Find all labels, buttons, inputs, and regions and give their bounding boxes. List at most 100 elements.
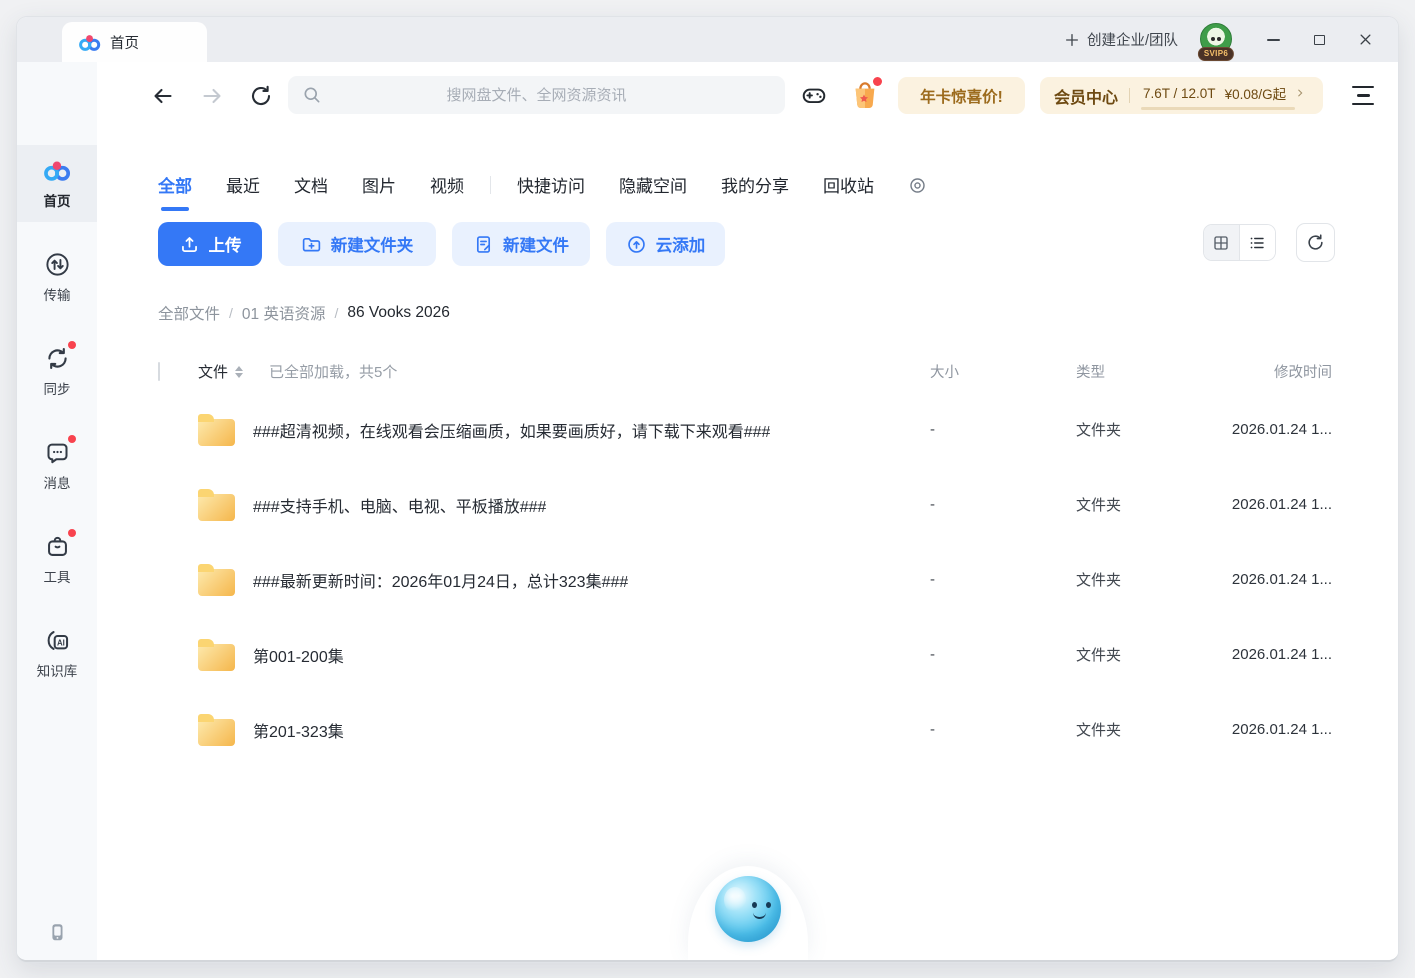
folder-icon — [198, 638, 235, 671]
breadcrumb-separator: / — [334, 305, 339, 321]
action-buttons: 上传 新建文件夹 新建文件 云添加 — [158, 222, 725, 266]
tab-all[interactable]: 全部 — [158, 172, 192, 199]
ai-assistant-ball[interactable] — [687, 866, 808, 960]
games-button[interactable] — [801, 82, 827, 108]
file-table-header: 文件 已全部加载，共5个 大小 类型 修改时间 — [158, 355, 1332, 388]
file-row[interactable]: ###最新更新时间：2026年01月24日，总计323集### - 文件夹 20… — [158, 542, 1332, 617]
tab-videos[interactable]: 视频 — [430, 172, 464, 199]
storage-meter: 7.6T / 12.0T ¥0.08/G起 — [1141, 81, 1307, 110]
select-all-checkbox[interactable] — [158, 361, 160, 381]
folder-icon — [198, 413, 235, 446]
refresh-icon — [1308, 234, 1323, 250]
assistant-bubble-icon — [714, 876, 781, 942]
file-row[interactable]: 第201-323集 - 文件夹 2026.01.24 1... — [158, 692, 1332, 767]
sort-toggle[interactable] — [235, 365, 244, 378]
file-name: ###支持手机、电脑、电视、平板播放### — [253, 498, 547, 516]
breadcrumb-root[interactable]: 全部文件 — [158, 302, 220, 324]
tab-hidden-space[interactable]: 隐藏空间 — [619, 172, 687, 199]
new-file-label: 新建文件 — [503, 237, 569, 255]
folder-icon — [198, 563, 235, 596]
refresh-page-button[interactable] — [249, 84, 273, 108]
mobile-app-button[interactable] — [17, 920, 97, 944]
new-folder-button[interactable]: 新建文件夹 — [278, 222, 436, 266]
sidebar-item-knowledge[interactable]: AI 知识库 — [17, 615, 97, 692]
vip-divider — [1129, 88, 1131, 103]
refresh-list-button[interactable] — [1296, 223, 1335, 262]
breadcrumb-separator: / — [229, 305, 233, 321]
user-avatar[interactable]: SVIP6 — [1197, 22, 1235, 61]
folder-icon — [198, 713, 235, 746]
main-content: 年卡惊喜价! 会员中心 7.6T / 12.0T ¥0.08/G起 全部 最近 … — [97, 62, 1398, 960]
menu-icon — [1352, 86, 1374, 89]
app-tab-home[interactable]: 首页 — [62, 22, 207, 62]
file-list: ###超清视频，在线观看会压缩画质，如果要画质好，请下载下来观看### - 文件… — [158, 392, 1332, 767]
new-file-button[interactable]: 新建文件 — [452, 222, 590, 266]
folder-icon — [198, 488, 235, 521]
vip-center-button[interactable]: 会员中心 7.6T / 12.0T ¥0.08/G起 — [1040, 77, 1323, 114]
vip-center-label: 会员中心 — [1054, 89, 1119, 107]
netdisk-logo-icon — [79, 34, 101, 51]
file-modified: 2026.01.24 1... — [1231, 646, 1332, 663]
close-button[interactable] — [1342, 17, 1388, 62]
file-type: 文件夹 — [1076, 497, 1122, 514]
sidebar-item-tools[interactable]: 工具 — [17, 521, 97, 598]
tab-recent[interactable]: 最近 — [226, 172, 260, 199]
phone-icon — [52, 924, 63, 941]
more-menu-button[interactable] — [1351, 86, 1375, 105]
tab-recycle-bin[interactable]: 回收站 — [823, 172, 874, 199]
tab-images[interactable]: 图片 — [362, 172, 396, 199]
upload-button[interactable]: 上传 — [158, 222, 262, 266]
breadcrumb-current: 86 Vooks 2026 — [347, 304, 450, 321]
app-window: 首页 创建企业/团队 SVIP6 首页 传输 同步 消息 工具 AI 知识库 搜… — [17, 17, 1398, 962]
sidebar-item-sync[interactable]: 同步 — [17, 333, 97, 410]
file-row[interactable]: ###支持手机、电脑、电视、平板播放### - 文件夹 2026.01.24 1… — [158, 467, 1332, 542]
category-tabs: 全部 最近 文档 图片 视频 快捷访问 隐藏空间 我的分享 回收站 — [158, 164, 927, 206]
breadcrumb-parent[interactable]: 01 英语资源 — [242, 302, 326, 324]
file-name: ###最新更新时间：2026年01月24日，总计323集### — [253, 573, 629, 591]
back-button[interactable] — [151, 84, 175, 108]
tools-badge — [68, 529, 76, 537]
tab-documents[interactable]: 文档 — [294, 172, 328, 199]
new-folder-icon — [302, 237, 320, 251]
grid-view-button[interactable] — [1204, 225, 1240, 260]
load-status: 已全部加载，共5个 — [269, 364, 398, 381]
forward-button[interactable] — [200, 84, 224, 108]
sidebar: 首页 传输 同步 消息 工具 AI 知识库 — [17, 62, 97, 960]
file-modified: 2026.01.24 1... — [1231, 571, 1332, 588]
sidebar-item-transfer[interactable]: 传输 — [17, 239, 97, 316]
search-input[interactable] — [288, 76, 785, 114]
search-bar — [288, 76, 785, 114]
create-team-button[interactable]: 创建企业/团队 — [1064, 29, 1178, 50]
file-row[interactable]: 第001-200集 - 文件夹 2026.01.24 1... — [158, 617, 1332, 692]
tab-my-shares[interactable]: 我的分享 — [721, 172, 789, 199]
file-name: ###超清视频，在线观看会压缩画质，如果要画质好，请下载下来观看### — [253, 423, 771, 441]
close-icon — [1360, 34, 1370, 45]
upload-label: 上传 — [208, 237, 242, 255]
storage-price: ¥0.08/G起 — [1224, 87, 1287, 102]
scope-icon[interactable] — [908, 176, 927, 195]
file-name: 第201-323集 — [253, 723, 344, 741]
file-type: 文件夹 — [1076, 422, 1122, 439]
column-type: 类型 — [1076, 365, 1105, 381]
chevron-right-icon — [1298, 89, 1303, 97]
file-size: - — [930, 571, 935, 588]
column-modified: 修改时间 — [1274, 365, 1332, 381]
file-modified: 2026.01.24 1... — [1231, 421, 1332, 438]
file-size: - — [930, 496, 935, 513]
promo-button[interactable]: 年卡惊喜价! — [898, 77, 1025, 114]
transfer-icon — [41, 249, 73, 279]
maximize-button[interactable] — [1296, 17, 1342, 62]
cloud-add-button[interactable]: 云添加 — [606, 222, 725, 266]
gamepad-icon — [802, 88, 826, 104]
list-view-button[interactable] — [1239, 225, 1275, 260]
file-type: 文件夹 — [1076, 647, 1122, 664]
sidebar-item-messages[interactable]: 消息 — [17, 427, 97, 504]
tab-quick-access[interactable]: 快捷访问 — [517, 172, 585, 199]
file-type: 文件夹 — [1076, 572, 1122, 589]
file-row[interactable]: ###超清视频，在线观看会压缩画质，如果要画质好，请下载下来观看### - 文件… — [158, 392, 1332, 467]
sidebar-item-home[interactable]: 首页 — [17, 145, 97, 222]
sidebar-label-messages: 消息 — [43, 476, 71, 491]
grid-view-icon — [1214, 235, 1228, 250]
minimize-button[interactable] — [1250, 17, 1296, 62]
rewards-button[interactable] — [850, 77, 882, 110]
